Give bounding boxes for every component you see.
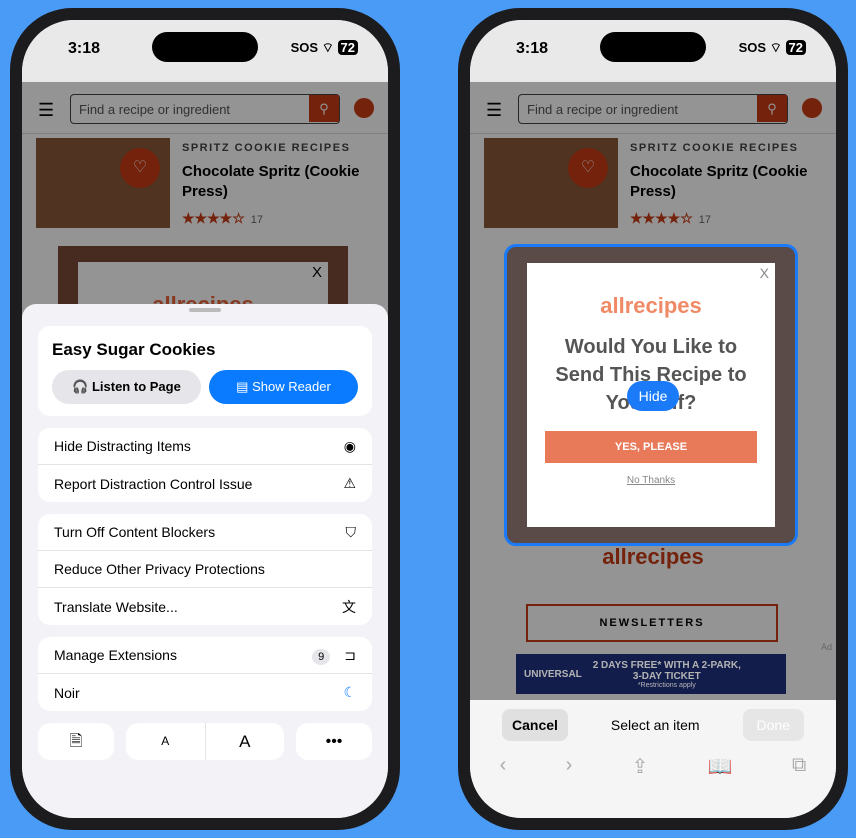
- battery-icon: 72: [337, 40, 358, 55]
- decrease-text-size-button[interactable]: A: [126, 723, 206, 760]
- menu-item[interactable]: Noir ☾: [38, 674, 372, 711]
- menu-item[interactable]: Hide Distracting Items ◉: [38, 428, 372, 465]
- menu-group: Hide Distracting Items ◉ Report Distractio…: [38, 428, 372, 502]
- extension-count-badge: 9: [312, 648, 331, 665]
- no-thanks-link[interactable]: No Thanks: [527, 475, 775, 486]
- extension-icon: ⊐: [344, 646, 356, 663]
- shield-slash-icon: ⛉: [345, 523, 357, 540]
- dynamic-island: [600, 32, 706, 62]
- allrecipes-logo: allrecipes: [600, 293, 702, 318]
- menu-item-label: Hide Distracting Items: [54, 438, 191, 454]
- yes-please-button[interactable]: YES, PLEASE: [545, 431, 757, 463]
- increase-text-size-button[interactable]: A: [206, 723, 285, 760]
- selected-element-highlight[interactable]: X allrecipes Would You Like to Send This…: [504, 244, 798, 546]
- forward-icon[interactable]: ›: [566, 754, 573, 779]
- ad-small-print: *Restrictions apply: [637, 681, 696, 689]
- menu-item-label: Reduce Other Privacy Protections: [54, 561, 265, 577]
- menu-group: Manage Extensions 9 ⊐ Noir ☾: [38, 637, 372, 711]
- ad-banner[interactable]: UNIVERSAL 2 DAYS FREE* WITH A 2-PARK, 3-…: [516, 654, 786, 694]
- more-button[interactable]: •••: [296, 723, 372, 760]
- time: 3:18: [516, 40, 549, 57]
- ad-text: 2 DAYS FREE* WITH A 2-PARK, 3-DAY TICKET: [592, 659, 741, 682]
- tabs-icon[interactable]: ⧉: [792, 754, 806, 779]
- cancel-button[interactable]: Cancel: [502, 709, 568, 741]
- menu-item-label: Manage Extensions: [54, 647, 177, 663]
- translate-icon: 文: [342, 598, 356, 615]
- menu-item[interactable]: Manage Extensions 9 ⊐: [38, 637, 372, 674]
- status-bar: 3:18 SOS ⌔ 72: [470, 20, 836, 82]
- noir-moon-icon: ☾: [343, 684, 356, 700]
- page-menu-sheet: Easy Sugar Cookies 🎧 Listen to Page ▤ Sh…: [22, 304, 388, 818]
- select-prompt: Select an item: [610, 717, 700, 733]
- ad-label: Ad: [820, 642, 832, 652]
- status-icons: SOS ⌔ 72: [291, 40, 358, 56]
- report-icon: ⚠: [343, 475, 356, 491]
- status-bar: 3:18 SOS ⌔ 72: [22, 20, 388, 82]
- status-icons: SOS ⌔ 72: [739, 40, 806, 56]
- menu-item-label: Translate Website...: [54, 598, 178, 615]
- close-icon[interactable]: X: [760, 265, 769, 281]
- menu-item-label: Noir: [54, 684, 80, 701]
- hide-button[interactable]: Hide: [627, 381, 679, 411]
- menu-item[interactable]: Report Distraction Control Issue ⚠: [38, 465, 372, 502]
- bookmarks-icon[interactable]: 📖: [708, 754, 733, 779]
- show-reader-button[interactable]: ▤ Show Reader: [209, 370, 358, 404]
- phone-right: 3:18 SOS ⌔ 72 ☰ Find a recipe or ingredi…: [458, 8, 848, 830]
- ad-brand: UNIVERSAL: [524, 668, 582, 680]
- eye-slash-icon: ◉: [343, 437, 356, 454]
- phone-left: 3:18 SOS ⌔ 72 ☰ Find a recipe or ingredi…: [10, 8, 400, 830]
- battery-icon: 72: [785, 40, 806, 55]
- reader-search-icon[interactable]: 🗎: [38, 723, 114, 760]
- menu-item[interactable]: Turn Off Content Blockers ⛉: [38, 514, 372, 551]
- page-title: Easy Sugar Cookies: [52, 340, 216, 359]
- menu-item[interactable]: Translate Website... 文: [38, 588, 372, 625]
- safari-bottom-bar: Cancel Select an item Done ‹ › ⇪ 📖 ⧉: [470, 700, 836, 818]
- menu-item[interactable]: Reduce Other Privacy Protections: [38, 551, 372, 588]
- back-icon[interactable]: ‹: [500, 754, 507, 779]
- done-button[interactable]: Done: [742, 709, 804, 741]
- menu-item-label: Report Distraction Control Issue: [54, 475, 253, 492]
- dynamic-island: [152, 32, 258, 62]
- time: 3:18: [68, 40, 101, 57]
- menu-group: Turn Off Content Blockers ⛉ Reduce Other P…: [38, 514, 372, 625]
- sheet-grabber[interactable]: [189, 308, 221, 312]
- listen-to-page-button[interactable]: 🎧 Listen to Page: [52, 370, 201, 404]
- menu-item-label: Turn Off Content Blockers: [54, 524, 216, 540]
- share-icon[interactable]: ⇪: [632, 754, 649, 779]
